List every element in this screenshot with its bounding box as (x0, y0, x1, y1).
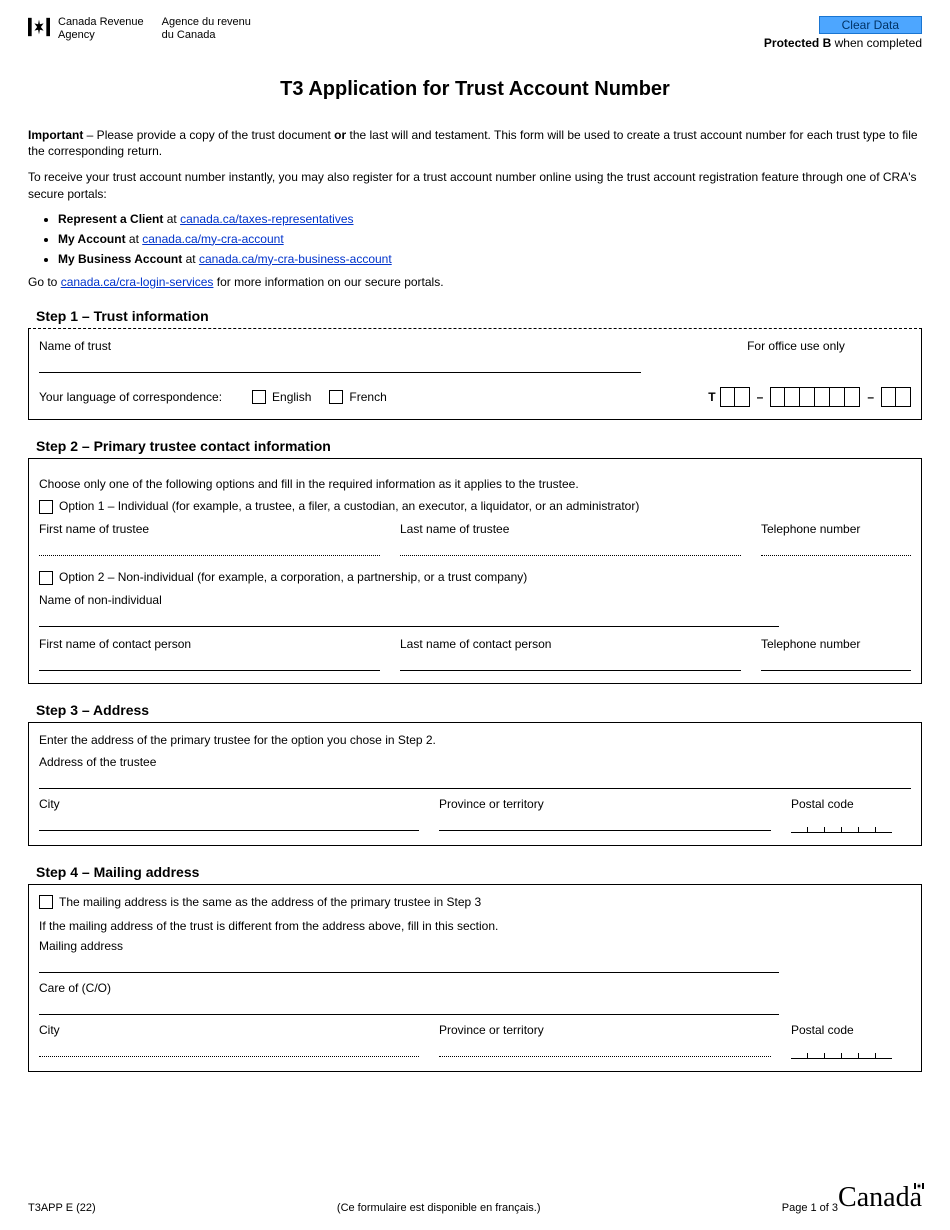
agency-name-fr-2: du Canada (162, 29, 251, 42)
first-name-contact-input[interactable] (39, 653, 380, 671)
step1-heading: Step 1 – Trust information (28, 308, 922, 324)
french-availability-note: (Ce formulaire est disponible en françai… (96, 1202, 782, 1214)
canada-wordmark-flag-icon (914, 1183, 924, 1189)
name-of-trust-label: Name of trust (39, 339, 641, 353)
last-name-contact-input[interactable] (400, 653, 741, 671)
name-of-trust-input[interactable] (39, 355, 641, 373)
name-nonindividual-input[interactable] (39, 609, 779, 627)
dash-1: – (754, 390, 767, 404)
link-taxes-representatives[interactable]: canada.ca/taxes-representatives (180, 212, 353, 226)
first-name-trustee-label: First name of trustee (39, 522, 380, 536)
office-use-label: For office use only (681, 339, 911, 353)
step4-box: The mailing address is the same as the a… (28, 884, 922, 1073)
telephone-trustee-label: Telephone number (761, 522, 911, 536)
step4-city-input[interactable] (39, 1039, 419, 1057)
link-my-cra-account[interactable]: canada.ca/my-cra-account (142, 232, 283, 246)
option1-checkbox[interactable] (39, 500, 53, 514)
step4-postal-cells[interactable] (791, 1039, 911, 1059)
step3-box: Enter the address of the primary trustee… (28, 722, 922, 846)
mailing-address-input[interactable] (39, 955, 779, 973)
step3-enter-text: Enter the address of the primary trustee… (39, 733, 911, 747)
last-name-trustee-input[interactable] (400, 538, 741, 556)
english-option[interactable]: English (252, 390, 311, 405)
language-label: Your language of correspondence: (39, 390, 222, 404)
french-checkbox[interactable] (329, 390, 343, 404)
page-number: Page 1 of 3 (782, 1202, 838, 1214)
telephone-contact-label: Telephone number (761, 637, 911, 651)
step4-heading: Step 4 – Mailing address (28, 864, 922, 880)
step2-box: Choose only one of the following options… (28, 458, 922, 684)
portal-my-account: My Account at canada.ca/my-cra-account (58, 232, 922, 246)
step2-choose-text: Choose only one of the following options… (39, 477, 911, 491)
trust-number-cells-1[interactable] (720, 387, 750, 407)
step3-city-label: City (39, 797, 419, 811)
portals-list: Represent a Client at canada.ca/taxes-re… (58, 212, 922, 266)
protected-b-text: Protected B when completed (764, 36, 922, 50)
dash-2: – (864, 390, 877, 404)
careof-input[interactable] (39, 997, 779, 1015)
step2-heading: Step 2 – Primary trustee contact informa… (28, 438, 922, 454)
step3-province-input[interactable] (439, 813, 771, 831)
french-option[interactable]: French (329, 390, 386, 405)
first-name-contact-label: First name of contact person (39, 637, 380, 651)
same-address-row[interactable]: The mailing address is the same as the a… (39, 895, 481, 909)
trust-number-cells-3[interactable] (881, 387, 911, 407)
agency-name-en-2: Agency (58, 29, 144, 42)
link-cra-login-services[interactable]: canada.ca/cra-login-services (61, 275, 214, 289)
agency-name-fr-1: Agence du revenu (162, 16, 251, 29)
form-code: T3APP E (22) (28, 1202, 96, 1214)
step4-city-label: City (39, 1023, 419, 1037)
canada-flag-icon (28, 16, 50, 38)
link-my-cra-business-account[interactable]: canada.ca/my-cra-business-account (199, 252, 392, 266)
option1-row[interactable]: Option 1 – Individual (for example, a tr… (39, 499, 639, 513)
portal-represent-client: Represent a Client at canada.ca/taxes-re… (58, 212, 922, 226)
step4-province-input[interactable] (439, 1039, 771, 1057)
option2-row[interactable]: Option 2 – Non-individual (for example, … (39, 570, 527, 584)
step3-heading: Step 3 – Address (28, 702, 922, 718)
goto-paragraph: Go to canada.ca/cra-login-services for m… (28, 274, 922, 290)
trust-number-cells-2[interactable] (770, 387, 860, 407)
step3-city-input[interactable] (39, 813, 419, 831)
address-trustee-input[interactable] (39, 771, 911, 789)
option2-checkbox[interactable] (39, 571, 53, 585)
step4-postal-label: Postal code (791, 1023, 911, 1037)
t-prefix: T (708, 390, 715, 404)
address-trustee-label: Address of the trustee (39, 755, 911, 769)
cra-logo-block: Canada Revenue Agency Agence du revenu d… (28, 16, 251, 42)
portal-my-business-account: My Business Account at canada.ca/my-cra-… (58, 252, 922, 266)
english-checkbox[interactable] (252, 390, 266, 404)
important-paragraph: Important – Please provide a copy of the… (28, 127, 922, 159)
first-name-trustee-input[interactable] (39, 538, 380, 556)
trust-number-group: T – – (708, 387, 911, 407)
step4-province-label: Province or territory (439, 1023, 771, 1037)
same-address-checkbox[interactable] (39, 895, 53, 909)
step3-postal-cells[interactable] (791, 813, 911, 833)
last-name-contact-label: Last name of contact person (400, 637, 741, 651)
canada-wordmark: Canada (838, 1182, 922, 1214)
last-name-trustee-label: Last name of trustee (400, 522, 741, 536)
step1-box: Name of trust For office use only Your l… (28, 328, 922, 420)
mailing-address-label: Mailing address (39, 939, 911, 953)
step4-diff-text: If the mailing address of the trust is d… (39, 919, 911, 933)
step3-province-label: Province or territory (439, 797, 771, 811)
clear-data-button[interactable]: Clear Data (819, 16, 922, 34)
receive-paragraph: To receive your trust account number ins… (28, 169, 922, 201)
telephone-contact-input[interactable] (761, 653, 911, 671)
step3-postal-label: Postal code (791, 797, 911, 811)
agency-name-en-1: Canada Revenue (58, 16, 144, 29)
careof-label: Care of (C/O) (39, 981, 911, 995)
name-nonindividual-label: Name of non-individual (39, 593, 911, 607)
telephone-trustee-input[interactable] (761, 538, 911, 556)
page-title: T3 Application for Trust Account Number (28, 78, 922, 101)
